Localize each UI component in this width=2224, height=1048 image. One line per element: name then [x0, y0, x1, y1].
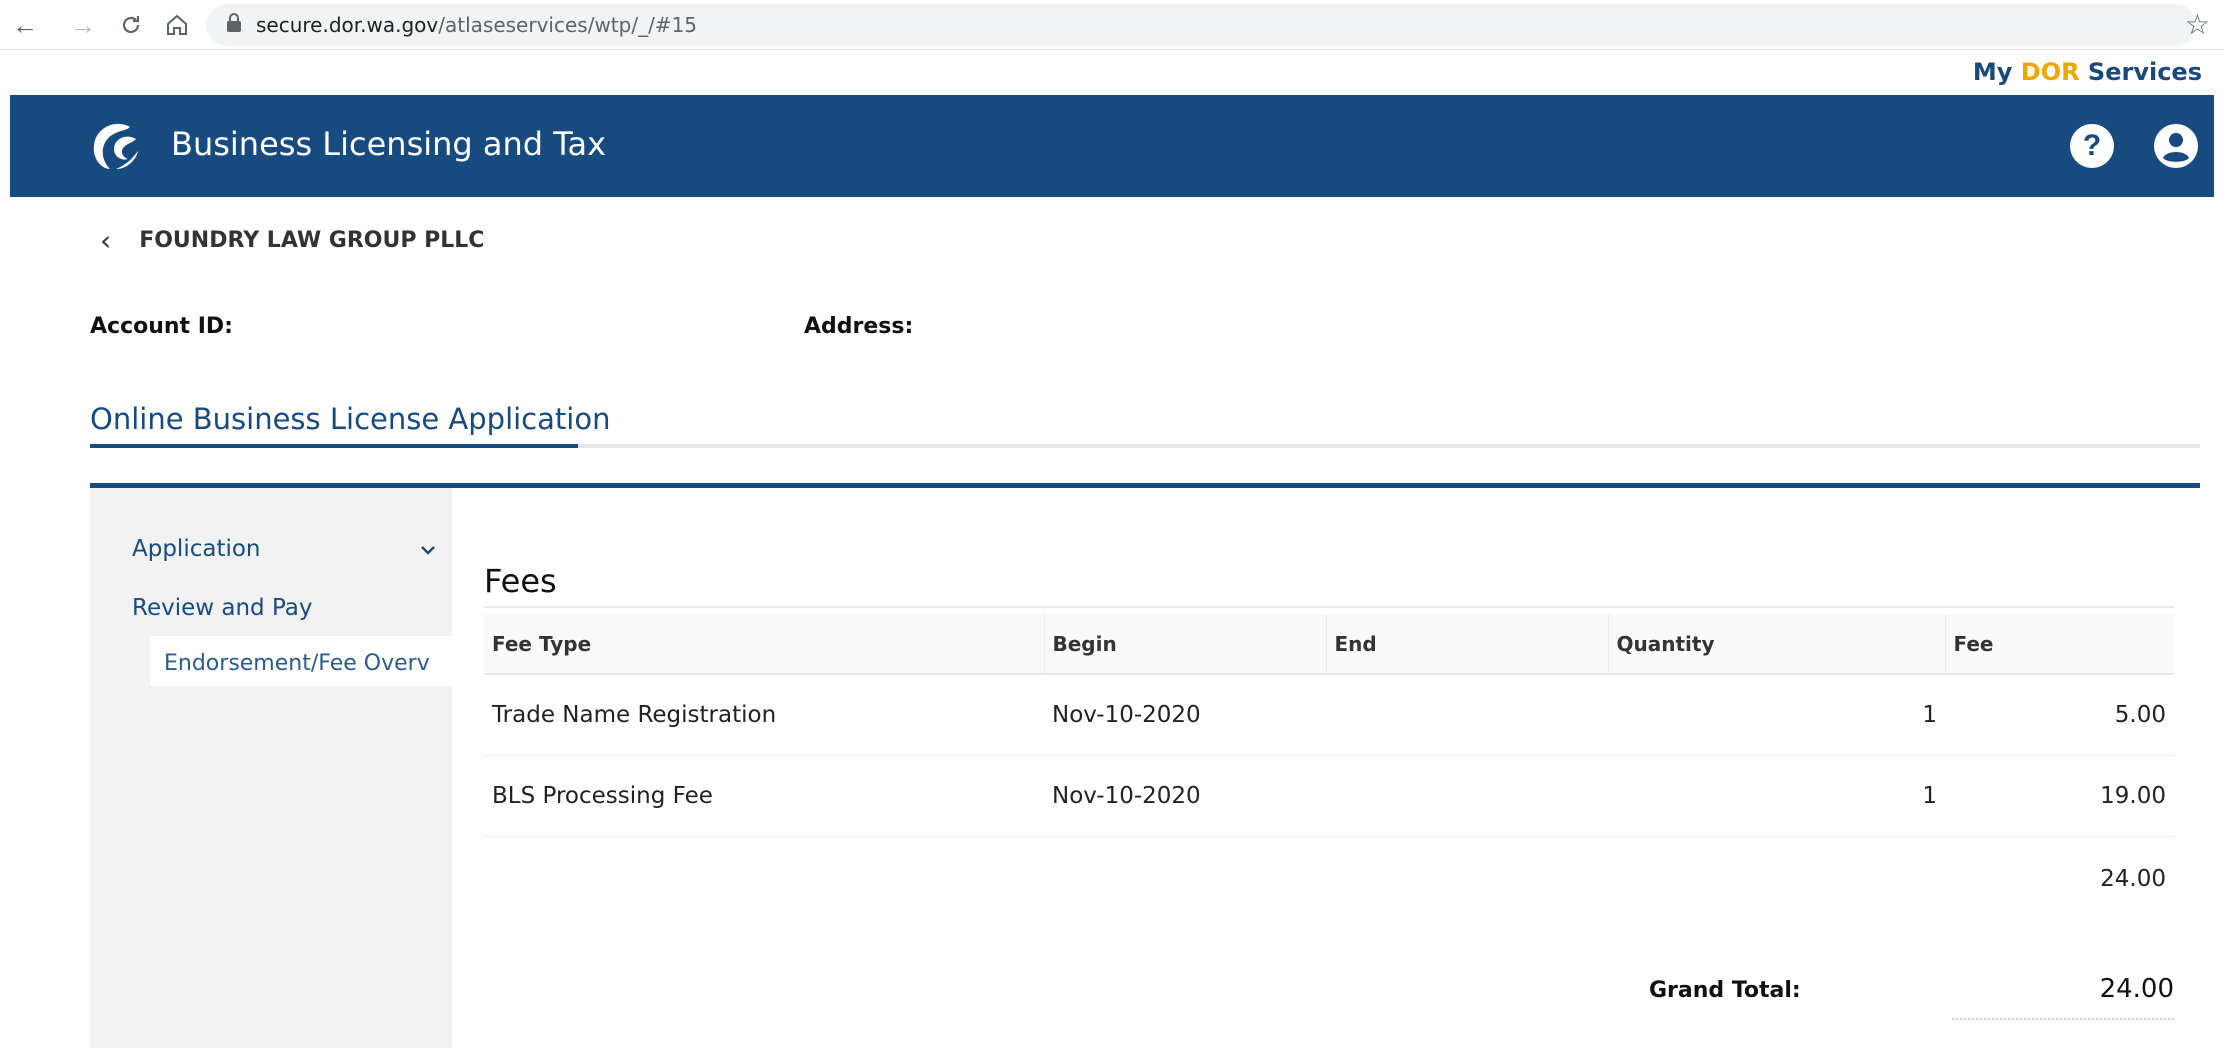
subtotal-empty-cell — [1608, 836, 1945, 922]
sidebar-item-application[interactable]: Application — [132, 536, 261, 562]
grand-total-label: Grand Total: — [1649, 978, 1801, 1003]
table-row: BLS Processing Fee Nov-10-2020 1 19.00 — [484, 755, 2174, 837]
app-title: Business Licensing and Tax — [171, 125, 607, 163]
column-begin[interactable]: Begin — [1043, 614, 1326, 675]
app-header: Business Licensing and Tax ? — [10, 95, 2214, 197]
breadcrumb-business-name: FOUNDRY LAW GROUP PLLC — [139, 228, 485, 253]
table-row: Trade Name Registration Nov-10-2020 1 5.… — [484, 674, 2174, 756]
url-path: /atlaseservices/wtp/_/#15 — [438, 13, 698, 37]
quantity-cell: 1 — [1608, 674, 1945, 756]
chevron-down-icon[interactable] — [420, 536, 436, 562]
subtotal-row: 24.00 — [484, 836, 2174, 922]
user-icon[interactable] — [2152, 122, 2200, 170]
grand-total-value: 24.00 — [2099, 974, 2174, 1004]
column-fee-type[interactable]: Fee Type — [484, 614, 1044, 675]
my-dor-prefix: My — [1972, 58, 2021, 86]
begin-cell: Nov-10-2020 — [1044, 755, 1326, 837]
grand-total-underline — [1952, 1018, 2174, 1020]
page-title: Online Business License Application — [90, 402, 611, 436]
address-bar[interactable]: secure.dor.wa.gov/atlaseservices/wtp/_/#… — [206, 4, 2196, 46]
begin-cell: Nov-10-2020 — [1044, 674, 1326, 756]
fees-heading-rule — [484, 606, 2174, 608]
fees-content: Fees Fee Type Begin End Quantity Fee Tra… — [452, 488, 2200, 1048]
account-id-label: Account ID: — [90, 314, 233, 339]
fee-cell: 19.00 — [1945, 755, 2174, 837]
url-text: secure.dor.wa.gov/atlaseservices/wtp/_/#… — [256, 13, 697, 37]
title-underline-active — [90, 444, 578, 448]
browser-toolbar: ← → secure.dor.wa.gov/atlaseservices/wtp… — [0, 0, 2224, 50]
my-dor-services-link[interactable]: My DOR Services — [1973, 58, 2202, 86]
column-quantity[interactable]: Quantity — [1607, 614, 1945, 675]
chevron-left-icon[interactable]: ‹ — [100, 224, 111, 257]
fee-cell: 5.00 — [1945, 674, 2174, 756]
fee-type-cell: BLS Processing Fee — [484, 755, 1044, 837]
fee-type-cell: Trade Name Registration — [484, 674, 1044, 756]
sidebar-subitem-endorsement-fee-overview[interactable]: Endorsement/Fee Overv — [150, 636, 452, 686]
url-host: secure.dor.wa.gov — [256, 13, 439, 37]
star-icon[interactable]: ☆ — [2185, 8, 2210, 41]
breadcrumb[interactable]: ‹ FOUNDRY LAW GROUP PLLC — [100, 224, 484, 257]
fees-table-header: Fee Type Begin End Quantity Fee — [484, 614, 2174, 675]
sidebar-item-review-and-pay[interactable]: Review and Pay — [132, 595, 313, 621]
subtotal-empty-cell — [1326, 836, 1608, 922]
lock-icon — [226, 12, 242, 38]
subtotal-value: 24.00 — [2100, 866, 2166, 893]
home-icon[interactable] — [160, 8, 194, 42]
address-label: Address: — [804, 314, 914, 339]
subtotal-empty-cell — [484, 836, 1044, 922]
forward-arrow-icon[interactable]: → — [66, 8, 100, 42]
my-dor-highlight: DOR — [2020, 58, 2080, 86]
quantity-cell: 1 — [1608, 755, 1945, 837]
end-cell — [1326, 755, 1608, 837]
my-dor-suffix: Services — [2079, 58, 2202, 86]
help-icon[interactable]: ? — [2070, 124, 2114, 168]
back-arrow-icon[interactable]: ← — [8, 8, 42, 42]
column-end[interactable]: End — [1325, 614, 1608, 675]
sidebar: Application Review and Pay Endorsement/F… — [90, 488, 452, 1048]
subtotal-empty-cell — [1044, 836, 1326, 922]
fees-table: Fee Type Begin End Quantity Fee Trade Na… — [484, 614, 2174, 922]
reload-icon[interactable] — [114, 8, 148, 42]
dor-logo-icon[interactable] — [86, 117, 144, 175]
end-cell — [1326, 674, 1608, 756]
column-fee[interactable]: Fee — [1944, 614, 2174, 675]
fees-heading: Fees — [484, 562, 557, 600]
